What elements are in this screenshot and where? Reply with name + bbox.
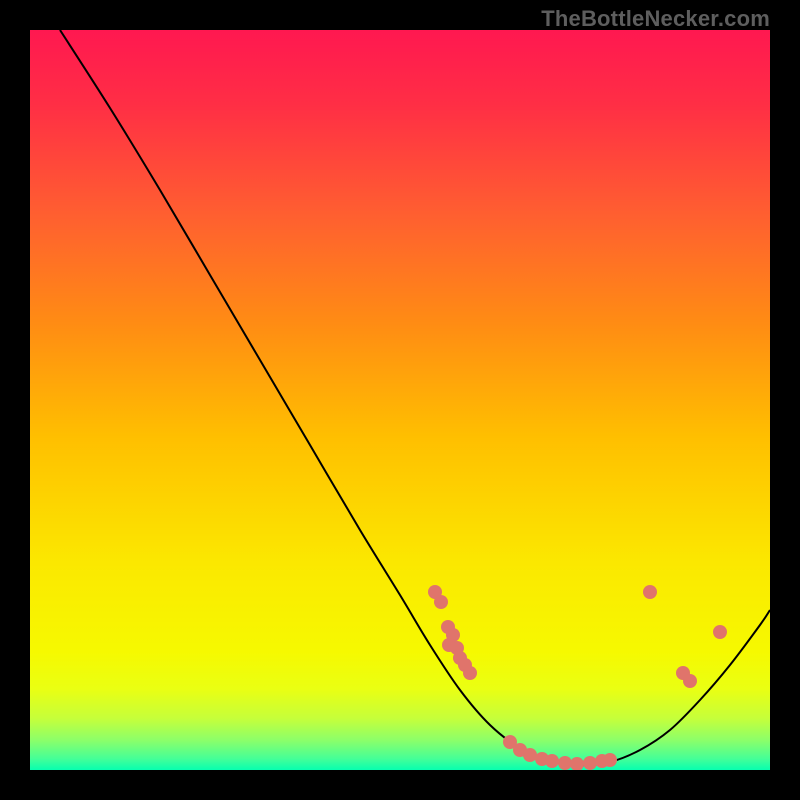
chart-point (713, 625, 727, 639)
chart-point (603, 753, 617, 767)
chart-plot-area (30, 30, 770, 770)
watermark-text: TheBottleNecker.com (541, 6, 770, 32)
chart-point (463, 666, 477, 680)
chart-point (583, 756, 597, 770)
chart-point (523, 748, 537, 762)
chart-point (643, 585, 657, 599)
chart-point (434, 595, 448, 609)
chart-point (545, 754, 559, 768)
chart-point (558, 756, 572, 770)
chart-svg (30, 30, 770, 770)
chart-point (683, 674, 697, 688)
chart-background (30, 30, 770, 770)
